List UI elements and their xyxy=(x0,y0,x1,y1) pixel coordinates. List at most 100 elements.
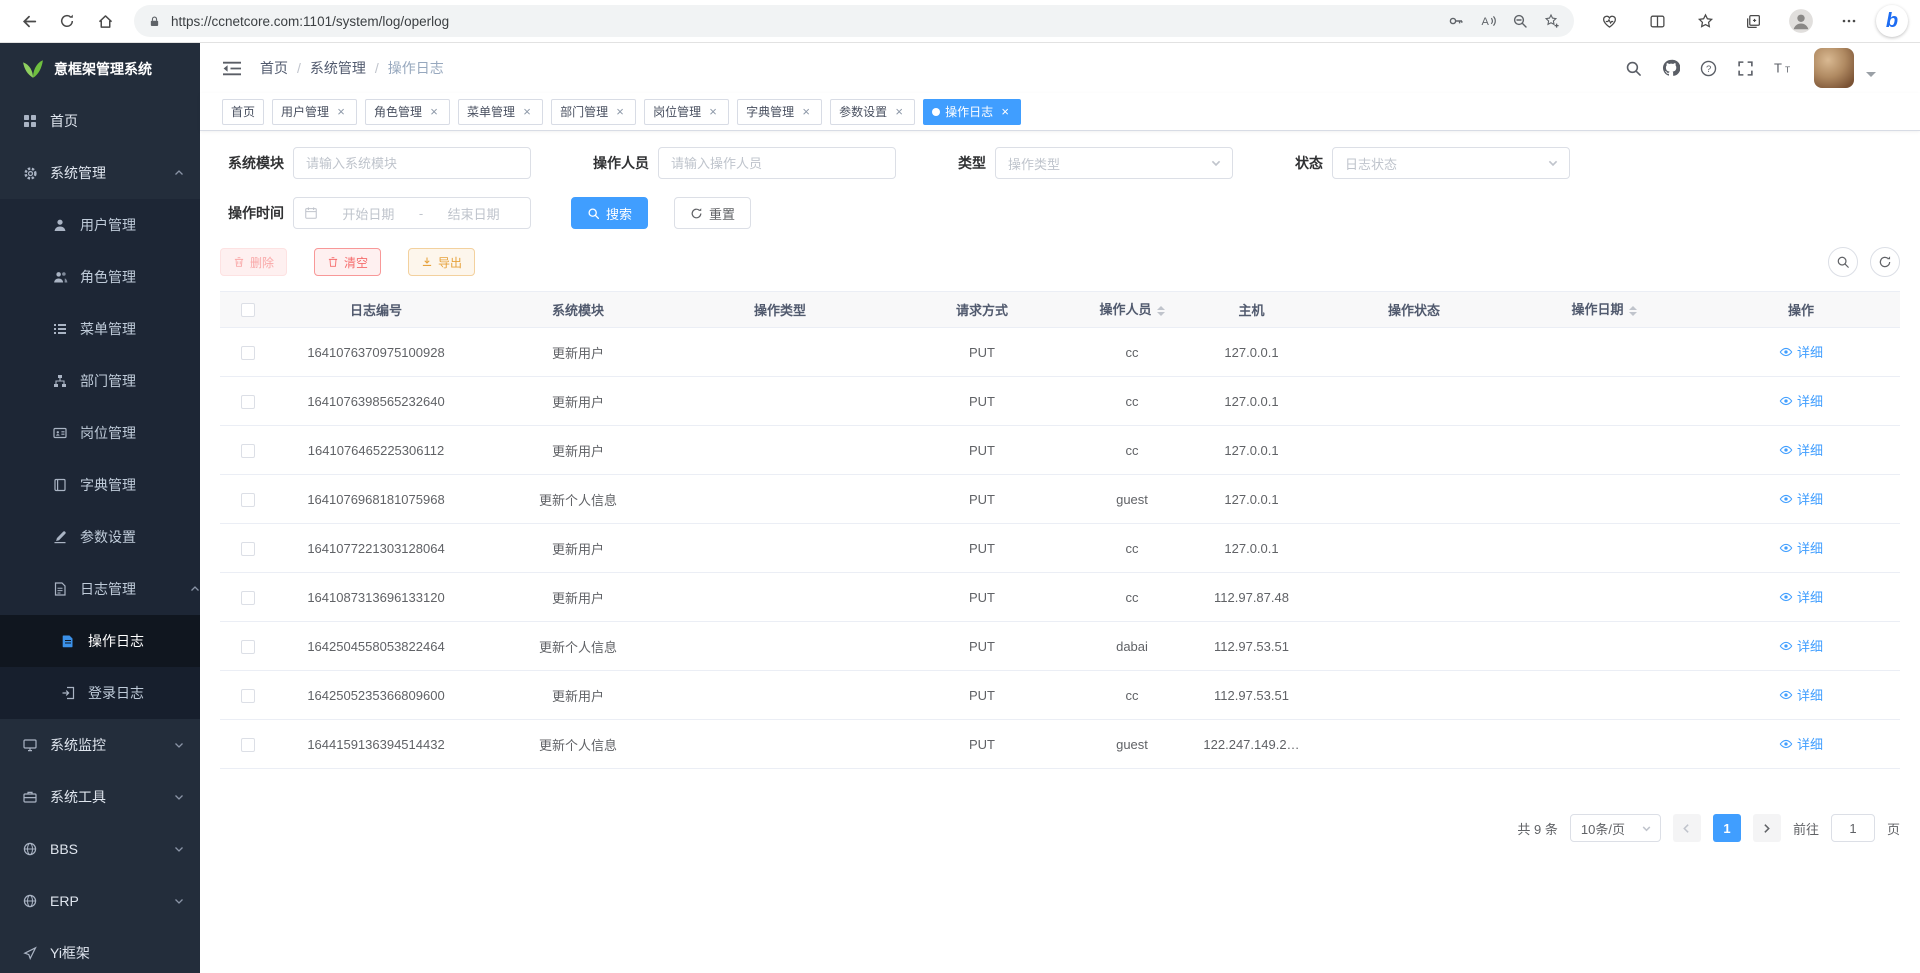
detail-link[interactable]: 详细 xyxy=(1779,538,1823,557)
sidebar-item-operlog[interactable]: 操作日志 xyxy=(0,615,200,667)
date-range-picker[interactable]: 开始日期 - 结束日期 xyxy=(293,197,531,229)
row-checkbox[interactable] xyxy=(241,738,255,752)
help-icon[interactable]: ? xyxy=(1700,60,1717,77)
detail-link[interactable]: 详细 xyxy=(1779,685,1823,704)
split-screen-icon[interactable] xyxy=(1640,4,1674,38)
col-operator[interactable]: 操作人员 xyxy=(1083,292,1181,328)
table-row[interactable]: 1644159136394514432 更新个人信息 PUT guest 122… xyxy=(220,720,1900,769)
breadcrumb-home[interactable]: 首页 xyxy=(260,58,288,78)
favorite-star-icon[interactable] xyxy=(1544,13,1560,29)
address-bar[interactable]: https://ccnetcore.com:1101/system/log/op… xyxy=(134,5,1574,37)
sidebar-item-system[interactable]: 系统管理 xyxy=(0,147,200,199)
favorites-bar-icon[interactable] xyxy=(1688,4,1722,38)
read-aloud-icon[interactable]: A xyxy=(1480,13,1496,29)
browser-essentials-icon[interactable] xyxy=(1592,4,1626,38)
page-number-button[interactable]: 1 xyxy=(1713,814,1741,842)
search-icon[interactable] xyxy=(1625,60,1642,77)
tab-role[interactable]: 角色管理× xyxy=(365,99,450,125)
tab-operlog[interactable]: 操作日志× xyxy=(923,99,1021,125)
select-all-checkbox[interactable] xyxy=(241,303,255,317)
reset-button[interactable]: 重置 xyxy=(674,197,751,229)
close-icon[interactable]: × xyxy=(998,105,1012,118)
refresh-table-button[interactable] xyxy=(1870,247,1900,277)
row-checkbox[interactable] xyxy=(241,395,255,409)
sort-icon[interactable] xyxy=(1629,302,1637,320)
user-avatar[interactable] xyxy=(1814,48,1854,88)
tab-menu[interactable]: 菜单管理× xyxy=(458,99,543,125)
clear-button[interactable]: 清空 xyxy=(314,248,381,276)
row-checkbox[interactable] xyxy=(241,542,255,556)
browser-menu-icon[interactable] xyxy=(1832,4,1866,38)
page-size-select[interactable]: 10条/页 xyxy=(1570,814,1661,842)
sidebar-item-log[interactable]: 日志管理 xyxy=(0,563,200,615)
search-button[interactable]: 搜索 xyxy=(571,197,648,229)
next-page-button[interactable] xyxy=(1753,814,1781,842)
detail-link[interactable]: 详细 xyxy=(1779,342,1823,361)
module-input[interactable] xyxy=(293,147,531,179)
tab-home[interactable]: 首页 xyxy=(222,99,264,125)
prev-page-button[interactable] xyxy=(1673,814,1701,842)
sidebar-item-monitor[interactable]: 系统监控 xyxy=(0,719,200,771)
export-button[interactable]: 导出 xyxy=(408,248,475,276)
row-checkbox[interactable] xyxy=(241,493,255,507)
sidebar-item-config[interactable]: 参数设置 xyxy=(0,511,200,563)
browser-profile-avatar[interactable] xyxy=(1784,4,1818,38)
collections-icon[interactable] xyxy=(1736,4,1770,38)
row-checkbox[interactable] xyxy=(241,591,255,605)
sidebar-item-menu[interactable]: 菜单管理 xyxy=(0,303,200,355)
sidebar-item-erp[interactable]: ERP xyxy=(0,875,200,927)
sidebar-item-loginlog[interactable]: 登录日志 xyxy=(0,667,200,719)
browser-home-button[interactable] xyxy=(88,4,122,38)
sidebar-item-home[interactable]: 首页 xyxy=(0,95,200,147)
close-icon[interactable]: × xyxy=(706,105,720,118)
table-row[interactable]: 1641076968181075968 更新个人信息 PUT guest 127… xyxy=(220,475,1900,524)
col-date[interactable]: 操作日期 xyxy=(1506,292,1702,328)
tab-post[interactable]: 岗位管理× xyxy=(644,99,729,125)
table-row[interactable]: 1641087313696133120 更新用户 PUT cc 112.97.8… xyxy=(220,573,1900,622)
row-checkbox[interactable] xyxy=(241,444,255,458)
detail-link[interactable]: 详细 xyxy=(1779,391,1823,410)
password-key-icon[interactable] xyxy=(1448,13,1464,29)
tab-dict[interactable]: 字典管理× xyxy=(737,99,822,125)
row-checkbox[interactable] xyxy=(241,346,255,360)
row-checkbox[interactable] xyxy=(241,689,255,703)
font-size-icon[interactable]: TT xyxy=(1774,60,1794,76)
sidebar-item-post[interactable]: 岗位管理 xyxy=(0,407,200,459)
detail-link[interactable]: 详细 xyxy=(1779,636,1823,655)
sort-icon[interactable] xyxy=(1157,302,1165,320)
row-checkbox[interactable] xyxy=(241,640,255,654)
table-row[interactable]: 1641076398565232640 更新用户 PUT cc 127.0.0.… xyxy=(220,377,1900,426)
table-row[interactable]: 1642504558053822464 更新个人信息 PUT dabai 112… xyxy=(220,622,1900,671)
browser-refresh-button[interactable] xyxy=(50,4,84,38)
table-row[interactable]: 1642505235366809600 更新用户 PUT cc 112.97.5… xyxy=(220,671,1900,720)
github-icon[interactable] xyxy=(1662,59,1680,77)
tab-dept[interactable]: 部门管理× xyxy=(551,99,636,125)
tab-user[interactable]: 用户管理× xyxy=(272,99,357,125)
bing-discover-icon[interactable]: b xyxy=(1876,5,1908,37)
close-icon[interactable]: × xyxy=(427,105,441,118)
sidebar-toggle-icon[interactable] xyxy=(222,60,242,77)
url-text[interactable]: https://ccnetcore.com:1101/system/log/op… xyxy=(171,14,1438,29)
close-icon[interactable]: × xyxy=(892,105,906,118)
sidebar-item-bbs[interactable]: BBS xyxy=(0,823,200,875)
close-icon[interactable]: × xyxy=(799,105,813,118)
table-row[interactable]: 1641076370975100928 更新用户 PUT cc 127.0.0.… xyxy=(220,328,1900,377)
detail-link[interactable]: 详细 xyxy=(1779,489,1823,508)
table-row[interactable]: 1641076465225306112 更新用户 PUT cc 127.0.0.… xyxy=(220,426,1900,475)
sidebar-item-user[interactable]: 用户管理 xyxy=(0,199,200,251)
browser-back-button[interactable] xyxy=(12,4,46,38)
fullscreen-icon[interactable] xyxy=(1737,60,1754,77)
sidebar-item-role[interactable]: 角色管理 xyxy=(0,251,200,303)
delete-button[interactable]: 删除 xyxy=(220,248,287,276)
detail-link[interactable]: 详细 xyxy=(1779,734,1823,753)
tab-config[interactable]: 参数设置× xyxy=(830,99,915,125)
sidebar-logo[interactable]: 意框架管理系统 xyxy=(0,43,200,95)
detail-link[interactable]: 详细 xyxy=(1779,440,1823,459)
close-icon[interactable]: × xyxy=(334,105,348,118)
user-menu-caret-icon[interactable] xyxy=(1866,72,1876,82)
close-icon[interactable]: × xyxy=(520,105,534,118)
table-row[interactable]: 1641077221303128064 更新用户 PUT cc 127.0.0.… xyxy=(220,524,1900,573)
status-select[interactable]: 日志状态 xyxy=(1332,147,1570,179)
detail-link[interactable]: 详细 xyxy=(1779,587,1823,606)
zoom-out-icon[interactable] xyxy=(1512,13,1528,29)
